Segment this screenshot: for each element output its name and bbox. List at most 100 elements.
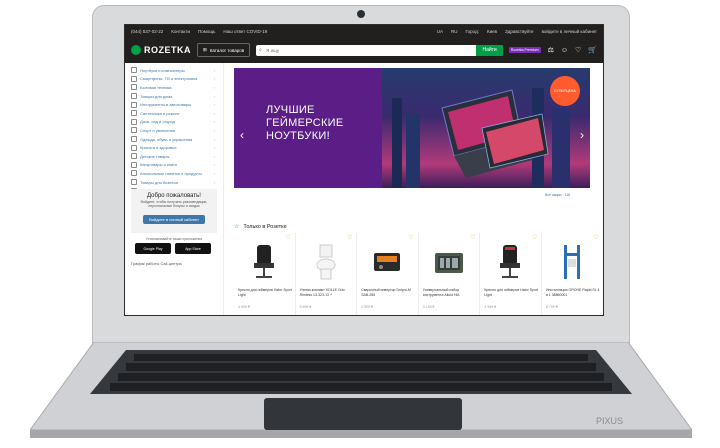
product-name[interactable]: Кресло для геймеров Hator Sport Light <box>238 288 292 297</box>
city-label: Город: <box>465 28 479 34</box>
category-item[interactable]: Товары для бизнеса › <box>131 178 223 187</box>
wishlist-icon[interactable]: ♡ <box>347 234 352 241</box>
search-input[interactable] <box>256 43 477 57</box>
toilet-image <box>316 244 336 280</box>
category-item[interactable]: Смартфоны, ТВ и электроника › <box>131 75 223 84</box>
phone-number[interactable]: (044) 537-02-22 <box>131 29 163 34</box>
link-help[interactable]: Помощь <box>198 29 215 34</box>
wishlist-icon[interactable]: ♡ <box>408 234 413 241</box>
sport-icon <box>131 127 137 134</box>
catalog-button[interactable]: ⊞ Каталог товаров <box>197 43 251 57</box>
gaming-chair-image <box>254 245 274 278</box>
compare-icon[interactable]: ⚖ <box>548 46 554 54</box>
chevron-right-icon: › <box>213 153 215 159</box>
login-button[interactable]: Войдите в личный кабинет <box>143 215 205 224</box>
chevron-left-icon[interactable]: ‹ <box>240 128 244 142</box>
user-icon[interactable]: ☺ <box>561 47 568 54</box>
top-bar: (044) 537-02-22 Контакти Помощь Наш отве… <box>125 25 603 37</box>
product-name[interactable]: Сварочный инвертор Dnipro-M SAB-255 <box>361 288 415 297</box>
chevron-right-icon: › <box>213 119 215 125</box>
lang-ua[interactable]: UA <box>437 29 443 34</box>
category-item[interactable]: Ноутбуки и компьютеры › <box>131 66 223 75</box>
link-covid[interactable]: Наш ответ COVID-19 <box>223 29 267 34</box>
star-icon: ☆ <box>234 224 240 230</box>
product-card[interactable]: ♡ Инсталляция GROHE Rapid SL 4 в 1 38860… <box>542 233 603 315</box>
product-price: 2 599 ₴ <box>361 305 373 309</box>
section-header: ☆ Только в Розетке <box>234 223 287 231</box>
call-center-label[interactable]: График работы Call-центра <box>131 261 182 266</box>
login-link[interactable]: войдите в личный кабинет <box>542 29 597 34</box>
plumbing-icon <box>131 110 137 117</box>
heart-icon[interactable]: ♡ <box>575 46 581 54</box>
google-play-button[interactable]: Google Play <box>135 243 171 254</box>
category-label: Детские товары <box>140 153 170 159</box>
product-card[interactable]: ♡ Кресло для геймеров Hator Sport Light … <box>234 233 296 315</box>
wishlist-icon[interactable]: ♡ <box>532 234 537 241</box>
product-price: 5 699 ₴ <box>299 305 312 309</box>
category-item[interactable]: Инструменты и автотовары › <box>131 100 223 109</box>
logo[interactable]: ROZETKA <box>131 45 191 55</box>
app-label: Устанавливайте наши приложения <box>145 237 203 241</box>
installation-frame-image <box>563 245 580 279</box>
category-item[interactable]: Алкогольные напитки и продукты › <box>131 169 223 178</box>
chevron-right-icon: › <box>213 136 215 142</box>
product-name[interactable]: Универсальный набор инструмента Alloid Н… <box>423 288 477 297</box>
category-label: Товары для дома <box>140 93 173 99</box>
headline-line: ГЕЙМЕРСКИЕ <box>266 117 344 129</box>
touchpad[interactable] <box>264 398 462 430</box>
wishlist-icon[interactable]: ♡ <box>285 234 290 241</box>
category-item[interactable]: Дача, сад и огород › <box>131 118 223 127</box>
chevron-right-icon[interactable]: › <box>580 128 584 142</box>
city-select[interactable]: Киев <box>487 29 497 34</box>
chevron-right-icon: › <box>213 162 215 168</box>
headline-line: НОУТБУКИ! <box>266 130 330 142</box>
app-store-button[interactable]: App Store <box>175 243 211 254</box>
lang-ru[interactable]: RU <box>451 29 458 34</box>
chevron-right-icon: › <box>213 127 215 133</box>
product-name[interactable]: Кресло для геймеров Hator Sport Light <box>484 288 538 297</box>
laptop-screen: (044) 537-02-22 Контакти Помощь Наш отве… <box>124 24 604 316</box>
chevron-right-icon: › <box>213 102 215 108</box>
chevron-right-icon: › <box>213 76 215 82</box>
product-card[interactable]: ♡ Кресло для геймеров Hator Sport Light … <box>480 233 542 315</box>
category-item[interactable]: Бытовая техника › <box>131 83 223 92</box>
product-grid: ♡ Кресло для геймеров Hator Sport Light … <box>234 233 603 315</box>
logo-text: ROZETKA <box>144 45 191 55</box>
product-name[interactable]: Унитаз-компакт VOLLE Orlo Rimless 13-323… <box>300 288 354 297</box>
category-label: Алкогольные напитки и продукты <box>140 170 202 176</box>
beauty-icon <box>131 144 137 151</box>
promo-banner[interactable]: ЛУЧШИЕ ГЕЙМЕРСКИЕ НОУТБУКИ! СУПЕРЦЕНА ‹ … <box>234 68 590 188</box>
chevron-right-icon: › <box>213 145 215 151</box>
chevron-right-icon: › <box>213 93 215 99</box>
category-item[interactable]: Спорт и увлечения › <box>131 126 223 135</box>
link-contacts[interactable]: Контакти <box>171 29 190 34</box>
category-item[interactable]: Канцтовары и книги › <box>131 161 223 170</box>
clothes-icon <box>131 136 137 143</box>
appliance-icon <box>131 84 137 91</box>
product-card[interactable]: ♡ Сварочный инвертор Dnipro-M SAB-255 2 … <box>357 233 419 315</box>
welcome-text: Войдите, чтобы получать рекомендации, пе… <box>140 200 208 208</box>
chevron-right-icon: › <box>213 67 215 73</box>
product-name[interactable]: Инсталляция GROHE Rapid SL 4 в 1 3886000… <box>546 288 600 297</box>
chevron-right-icon: › <box>213 170 215 176</box>
all-promos-link[interactable]: Все акции · 116 <box>545 193 570 197</box>
chevron-right-icon: › <box>213 179 215 185</box>
welcome-title: Добро пожаловать! <box>147 193 201 199</box>
premium-badge[interactable]: Rozetka Premium <box>508 47 541 53</box>
search-button[interactable]: Найти <box>476 44 503 56</box>
smartphone-icon <box>131 75 137 82</box>
wishlist-icon[interactable]: ♡ <box>470 234 475 241</box>
product-price: 4 999 ₴ <box>238 305 250 309</box>
category-item[interactable]: Товары для дома › <box>131 92 223 101</box>
category-item[interactable]: Сантехника и ремонт › <box>131 109 223 118</box>
product-card[interactable]: ♡ Универсальный набор инструмента Alloid… <box>419 233 481 315</box>
wishlist-icon[interactable]: ♡ <box>593 234 598 241</box>
category-item[interactable]: Одежда, обувь и украшения › <box>131 135 223 144</box>
laptop-icon <box>131 67 137 74</box>
cart-icon[interactable]: 🛒 <box>588 46 597 54</box>
section-title: Только в Розетке <box>243 223 287 230</box>
product-card[interactable]: ♡ Унитаз-компакт VOLLE Orlo Rimless 13-3… <box>296 233 358 315</box>
category-label: Бытовая техника <box>140 84 172 90</box>
category-item[interactable]: Детские товары › <box>131 152 223 161</box>
category-item[interactable]: Красота и здоровье › <box>131 143 223 152</box>
